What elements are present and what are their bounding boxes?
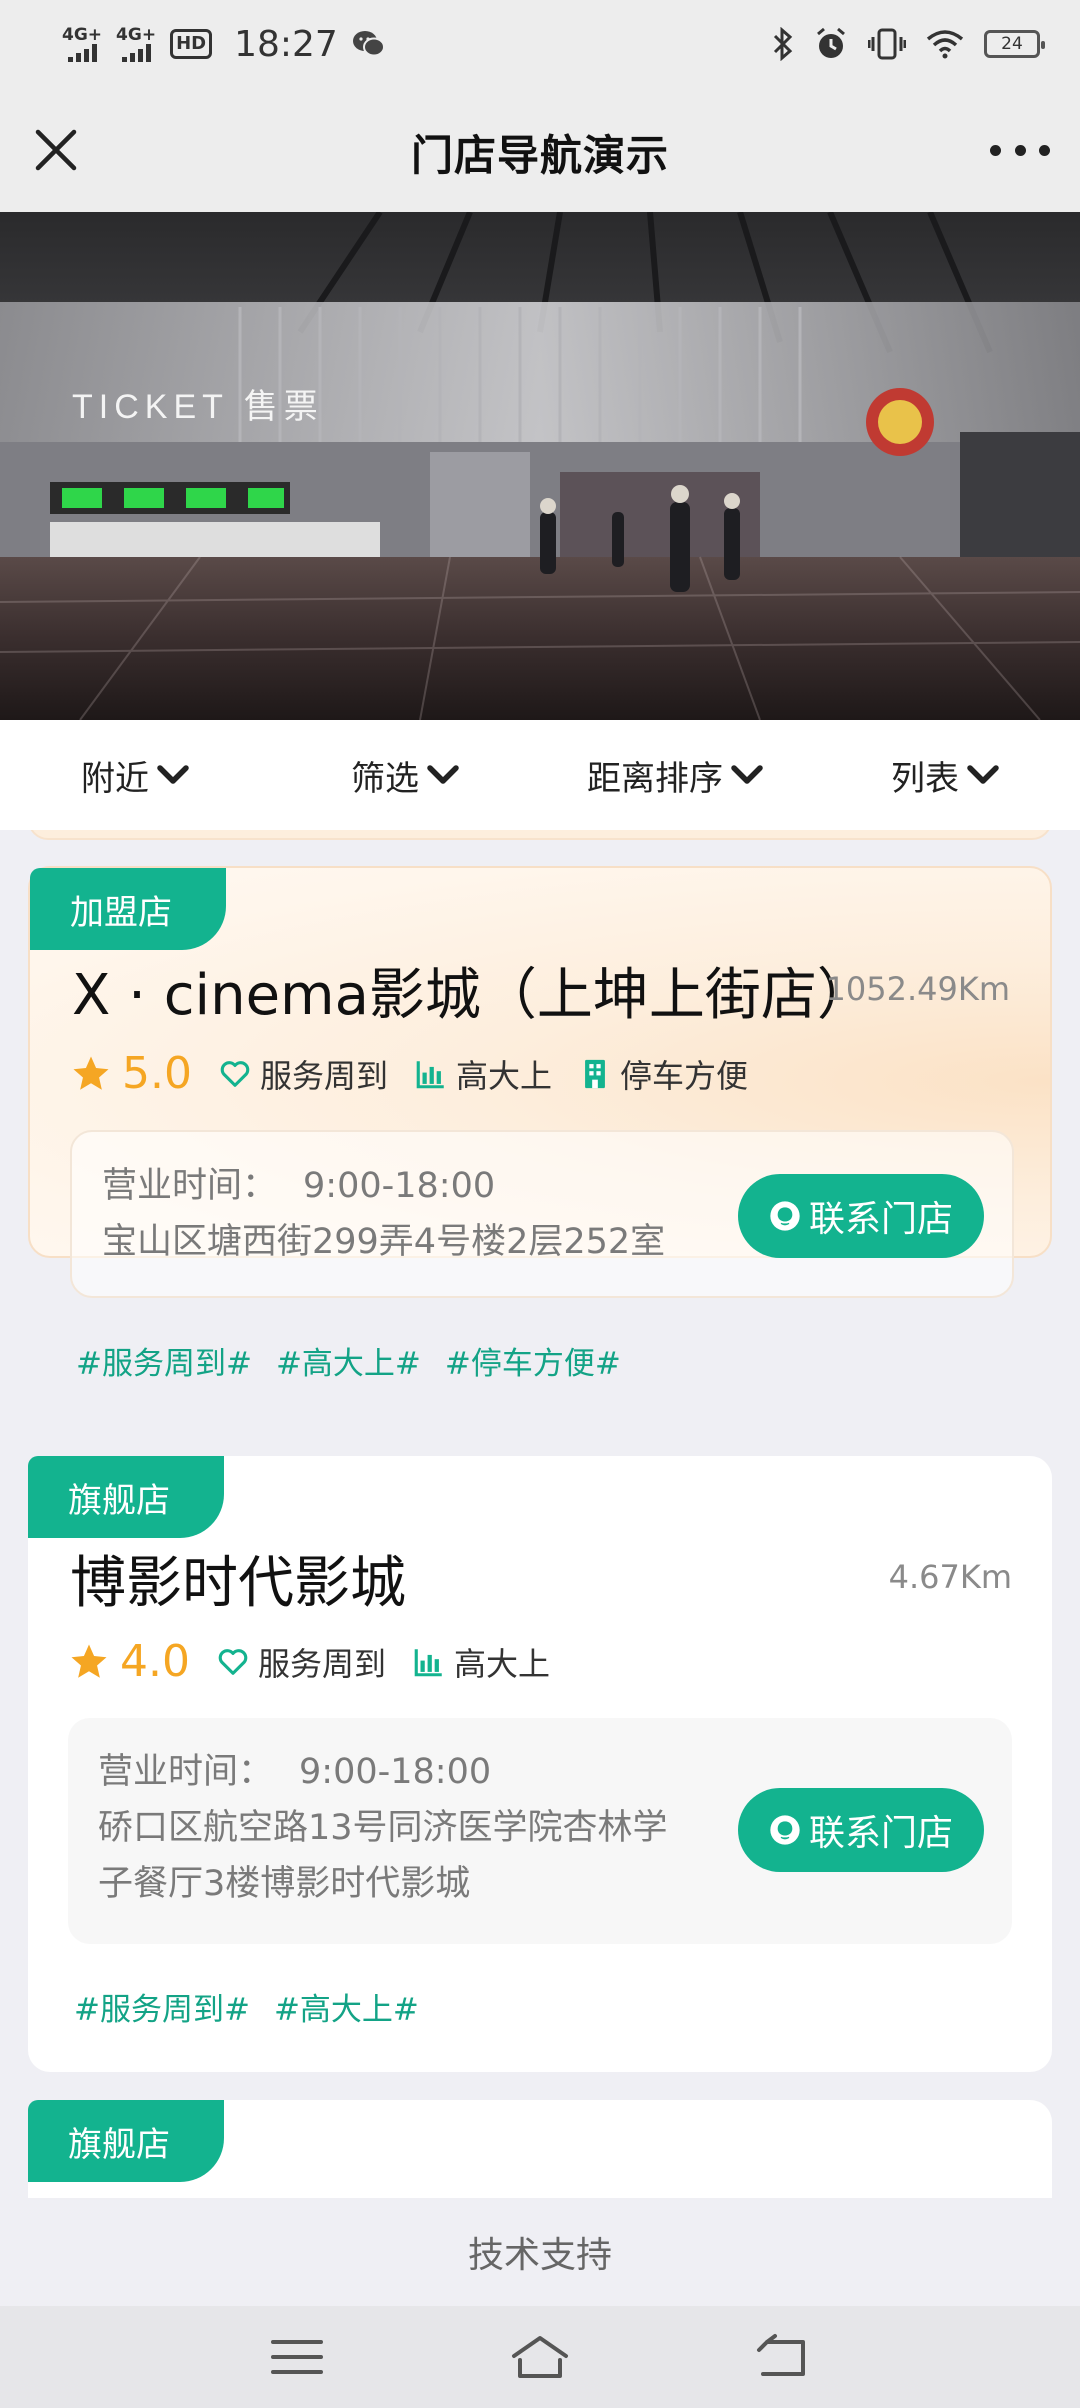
hashtag[interactable]: #高大上# [276,1338,421,1383]
battery-icon: 24 [984,30,1045,58]
feature-label: 高大上 [456,1056,553,1095]
status-bar: 4G+ 4G+ HD 18:27 24 [0,0,1080,88]
store-type-badge: 旗舰店 [28,1456,224,1538]
store-card[interactable]: 旗舰店 博影时代影城 4.67Km 4.0 服务周到 高大上 营业时间： 9:00… [28,1456,1052,2072]
filter-label: 附近 [81,758,149,799]
filter-view-list[interactable]: 列表 [810,720,1080,830]
contact-store-button[interactable]: 联系门店 [738,1788,984,1872]
store-rating: 4.0 [68,1636,190,1687]
contact-store-button[interactable]: 联系门店 [738,1174,984,1258]
store-name: X · cinema影城（上坤上街店） [72,963,873,1028]
filter-nearby[interactable]: 附近 [0,720,270,830]
store-info: 营业时间： 9:00-18:00 硚口区航空路13号同济医学院杏林学子餐厅3楼博影… [98,1744,698,1912]
chat-icon [770,1201,800,1231]
hashtag[interactable]: #停车方便# [445,1338,621,1383]
store-address: 宝山区塘西街299弄4号楼2层252室 [102,1222,666,1262]
filter-bar: 附近 筛选 距离排序 列表 [0,720,1080,830]
store-rating: 5.0 [70,1048,192,1099]
filter-label: 距离排序 [587,758,723,799]
feature-label: 停车方便 [620,1056,749,1095]
wifi-icon [926,30,964,59]
store-meta: 4.0 服务周到 高大上 [68,1636,550,1687]
hours-value: 9:00-18:00 [303,1166,496,1206]
hashtag[interactable]: #高大上# [274,1984,419,2029]
bar-chart-icon [414,1648,442,1676]
store-card-partial [28,830,1052,840]
chevron-down-icon [967,765,999,784]
heart-icon [220,1060,250,1087]
store-hashtags: #服务周到# #高大上# #停车方便# [76,1338,621,1383]
feature-label: 高大上 [454,1644,551,1683]
more-options-icon[interactable] [990,132,1050,168]
chat-icon [770,1815,800,1845]
nav-bar: 门店导航演示 [0,88,1080,212]
system-nav-bar [0,2306,1080,2408]
rating-value: 4.0 [120,1636,190,1687]
filter-label: 筛选 [351,758,419,799]
hashtag[interactable]: #服务周到# [76,1338,252,1383]
store-type-badge: 旗舰店 [28,2100,224,2182]
feature-premium: 高大上 [412,1639,550,1685]
store-info-box: 营业时间： 9:00-18:00 硚口区航空路13号同济医学院杏林学子餐厅3楼博影… [68,1718,1012,1944]
filter-sort-distance[interactable]: 距离排序 [540,720,810,830]
store-distance: 4.67Km [888,1558,1012,1596]
hd-icon: HD [170,29,213,59]
hours-label: 营业时间： [102,1166,278,1206]
wechat-icon [352,31,385,57]
chevron-down-icon [157,765,189,784]
menu-icon[interactable] [267,2332,327,2382]
chevron-down-icon [731,765,763,784]
heart-icon [218,1648,248,1675]
signal-icon: 4G+ [116,26,156,62]
page-title: 门店导航演示 [410,131,669,180]
feature-service: 服务周到 [216,1639,386,1685]
hashtag[interactable]: #服务周到# [74,1984,250,2029]
star-icon [73,1056,109,1090]
building-icon [585,1059,605,1088]
store-info: 营业时间： 9:00-18:00 宝山区塘西街299弄4号楼2层252室 [102,1158,702,1270]
star-icon [71,1644,107,1678]
store-card[interactable]: 旗舰店 [28,2100,1052,2198]
signal-icon: 4G+ [62,26,102,62]
feature-premium: 高大上 [414,1051,552,1097]
banner-image: TICKET 售票 [0,212,1080,720]
store-meta: 5.0 服务周到 高大上 停车方便 [70,1048,748,1099]
feature-service: 服务周到 [218,1051,388,1097]
bluetooth-icon [773,27,793,61]
tech-support-label[interactable]: 技术支持 [0,2198,1080,2306]
contact-label: 联系门店 [808,1813,953,1854]
store-type-badge: 加盟店 [30,868,226,950]
alarm-icon [817,27,845,58]
store-hashtags: #服务周到# #高大上# [74,1984,419,2029]
feature-label: 服务周到 [257,1644,386,1683]
filter-options[interactable]: 筛选 [270,720,540,830]
feature-parking: 停车方便 [578,1051,748,1097]
ticket-sign: TICKET 售票 [72,388,324,426]
contact-label: 联系门店 [808,1199,953,1240]
store-card[interactable]: 加盟店 X · cinema影城（上坤上街店） 1052.49Km 5.0 服务… [28,866,1052,1382]
chevron-down-icon [427,765,459,784]
store-distance: 1052.49Km [825,970,1010,1008]
store-name: 博影时代影城 [70,1551,406,1616]
back-icon[interactable] [753,2332,813,2382]
clock: 18:27 [234,23,338,65]
home-icon[interactable] [502,2332,578,2382]
store-address: 硚口区航空路13号同济医学院杏林学子餐厅3楼博影时代影城 [98,1808,668,1904]
hours-label: 营业时间： [98,1752,274,1792]
store-info-box: 营业时间： 9:00-18:00 宝山区塘西街299弄4号楼2层252室 联系门店 [70,1130,1014,1298]
rating-value: 5.0 [122,1048,192,1099]
store-list[interactable]: 加盟店 X · cinema影城（上坤上街店） 1052.49Km 5.0 服务… [0,830,1080,2198]
hours-value: 9:00-18:00 [299,1752,492,1792]
feature-label: 服务周到 [259,1056,388,1095]
vibrate-icon [868,28,906,60]
bar-chart-icon [416,1060,444,1088]
filter-label: 列表 [891,758,959,799]
